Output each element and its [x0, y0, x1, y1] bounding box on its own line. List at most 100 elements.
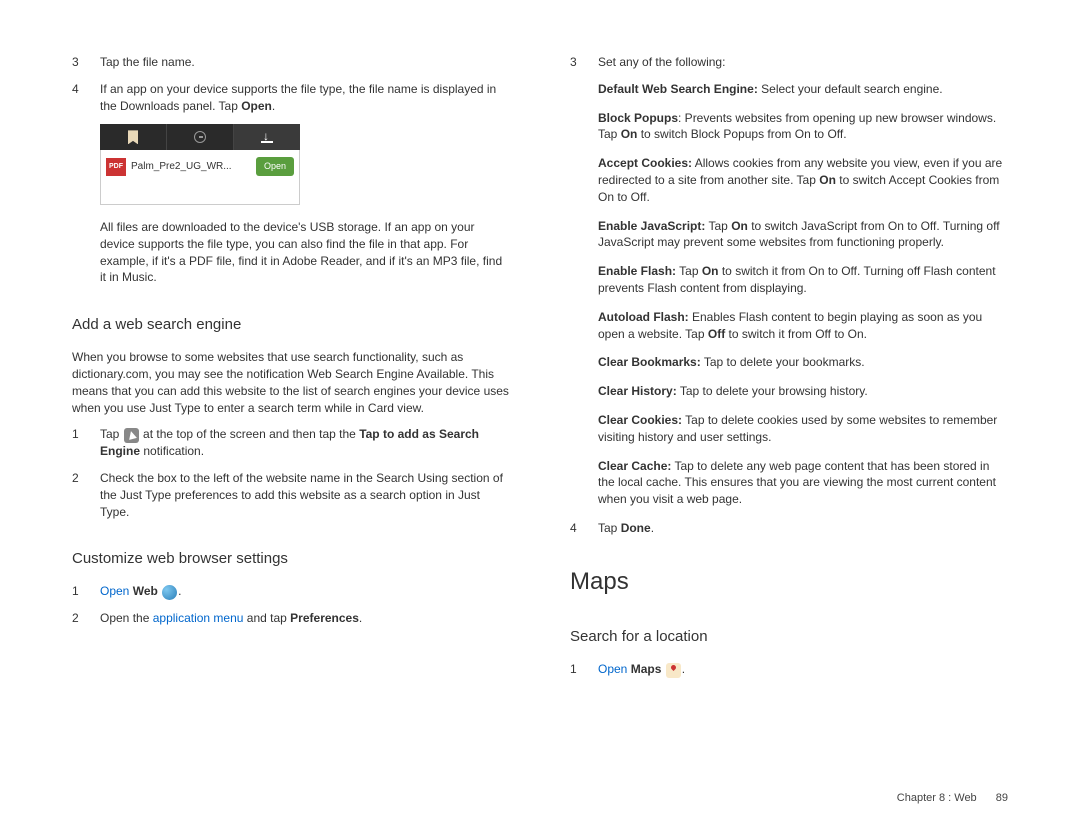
heading-maps: Maps — [570, 565, 1008, 599]
label: Block Popups — [598, 111, 678, 125]
setting-enable-javascript: Enable JavaScript: Tap On to switch Java… — [598, 218, 1008, 252]
maps-bold: Maps — [631, 662, 662, 676]
off-bold: Off — [708, 327, 725, 341]
step-text: Set any of the following: — [598, 54, 1008, 71]
text: notification. — [140, 444, 204, 458]
maps-pin-icon — [666, 663, 681, 678]
label: Default Web Search Engine: — [598, 82, 758, 96]
setting-clear-cookies: Clear Cookies: Tap to delete cookies use… — [598, 412, 1008, 446]
text: . — [178, 584, 181, 598]
heading-search-location: Search for a location — [570, 626, 1008, 647]
text: Tap — [705, 219, 731, 233]
text: Select your default search engine. — [758, 82, 943, 96]
usb-storage-note: All files are downloaded to the device's… — [100, 219, 510, 286]
label: Clear Bookmarks: — [598, 355, 701, 369]
text: Tap to delete your browsing history. — [677, 384, 868, 398]
step-3-left: 3 Tap the file name. — [72, 54, 510, 71]
bookmarks-tab — [100, 124, 167, 150]
step-number: 4 — [72, 81, 100, 115]
bold-open: Open — [241, 99, 272, 113]
pdf-icon: PDF — [106, 158, 126, 176]
label: Enable Flash: — [598, 264, 676, 278]
label: Enable JavaScript: — [598, 219, 705, 233]
step-number: 1 — [570, 661, 598, 678]
preferences-bold: Preferences — [290, 611, 359, 625]
open-link: Open — [598, 662, 627, 676]
download-row: PDF Palm_Pre2_UG_WR... Open — [100, 150, 300, 205]
step-4-right: 4 Tap Done. — [570, 520, 1008, 537]
step-text: Open Web . — [100, 583, 510, 600]
step-text: Tap Done. — [598, 520, 1008, 537]
open-button: Open — [256, 157, 294, 176]
label: Clear Cookies: — [598, 413, 682, 427]
step-3-right: 3 Set any of the following: — [570, 54, 1008, 71]
add-step-1: 1 Tap at the top of the screen and then … — [72, 426, 510, 460]
text: If an app on your device supports the fi… — [100, 82, 496, 113]
setting-autoload-flash: Autoload Flash: Enables Flash content to… — [598, 309, 1008, 343]
web-bold: Web — [133, 584, 158, 598]
setting-enable-flash: Enable Flash: Tap On to switch it from O… — [598, 263, 1008, 297]
step-number: 2 — [72, 470, 100, 520]
text: . — [651, 521, 654, 535]
step-number: 4 — [570, 520, 598, 537]
step-number: 3 — [570, 54, 598, 71]
step-text: Open Maps . — [598, 661, 1008, 678]
downloads-tab — [234, 124, 300, 150]
on-bold: On — [702, 264, 719, 278]
wedge-icon — [124, 428, 139, 443]
text: Tap — [598, 521, 621, 535]
download-filename: Palm_Pre2_UG_WR... — [131, 160, 251, 174]
setting-accept-cookies: Accept Cookies: Allows cookies from any … — [598, 155, 1008, 205]
maps-step-1: 1 Open Maps . — [570, 661, 1008, 678]
step-4-left: 4 If an app on your device supports the … — [72, 81, 510, 115]
screenshot-tabbar — [100, 124, 300, 150]
text: to switch it from Off to On. — [725, 327, 867, 341]
step-number: 2 — [72, 610, 100, 627]
step-text: Tap the file name. — [100, 54, 510, 71]
setting-clear-history: Clear History: Tap to delete your browsi… — [598, 383, 1008, 400]
add-search-intro: When you browse to some websites that us… — [72, 349, 510, 416]
chapter-label: Chapter 8 : Web — [897, 792, 977, 804]
text: Open the — [100, 611, 153, 625]
label: Accept Cookies: — [598, 156, 692, 170]
text: and tap — [243, 611, 290, 625]
history-tab — [167, 124, 234, 150]
text: . — [272, 99, 275, 113]
web-globe-icon — [162, 585, 177, 600]
right-column: 3 Set any of the following: Default Web … — [570, 54, 1008, 688]
add-step-2: 2 Check the box to the left of the websi… — [72, 470, 510, 520]
text: to switch Block Popups from On to Off. — [637, 127, 846, 141]
setting-block-popups: Block Popups: Prevents websites from ope… — [598, 110, 1008, 144]
page-footer: Chapter 8 : Web 89 — [897, 791, 1008, 806]
customize-step-2: 2 Open the application menu and tap Pref… — [72, 610, 510, 627]
bookmark-icon — [128, 130, 138, 144]
step-number: 3 — [72, 54, 100, 71]
text: Tap — [676, 264, 702, 278]
step-text: Tap at the top of the screen and then ta… — [100, 426, 510, 460]
step-text: Check the box to the left of the website… — [100, 470, 510, 520]
setting-clear-cache: Clear Cache: Tap to delete any web page … — [598, 458, 1008, 508]
open-link: Open — [100, 584, 129, 598]
step-number: 1 — [72, 583, 100, 600]
page-number: 89 — [996, 792, 1008, 804]
setting-clear-bookmarks: Clear Bookmarks: Tap to delete your book… — [598, 354, 1008, 371]
text: . — [682, 662, 685, 676]
text: Tap — [100, 427, 123, 441]
text: at the top of the screen and then tap th… — [140, 427, 360, 441]
heading-add-search-engine: Add a web search engine — [72, 314, 510, 335]
label: Autoload Flash: — [598, 310, 689, 324]
step-text: If an app on your device supports the fi… — [100, 81, 510, 115]
text: . — [359, 611, 362, 625]
step-text: Open the application menu and tap Prefer… — [100, 610, 510, 627]
on-bold: On — [621, 127, 638, 141]
customize-step-1: 1 Open Web . — [72, 583, 510, 600]
text: Tap to delete your bookmarks. — [701, 355, 865, 369]
left-column: 3 Tap the file name. 4 If an app on your… — [72, 54, 510, 688]
on-bold: On — [819, 173, 836, 187]
clock-icon — [194, 131, 206, 143]
on-bold: On — [731, 219, 748, 233]
download-icon — [260, 130, 274, 144]
step-number: 1 — [72, 426, 100, 460]
downloads-panel-screenshot: PDF Palm_Pre2_UG_WR... Open — [100, 124, 300, 205]
label: Clear History: — [598, 384, 677, 398]
